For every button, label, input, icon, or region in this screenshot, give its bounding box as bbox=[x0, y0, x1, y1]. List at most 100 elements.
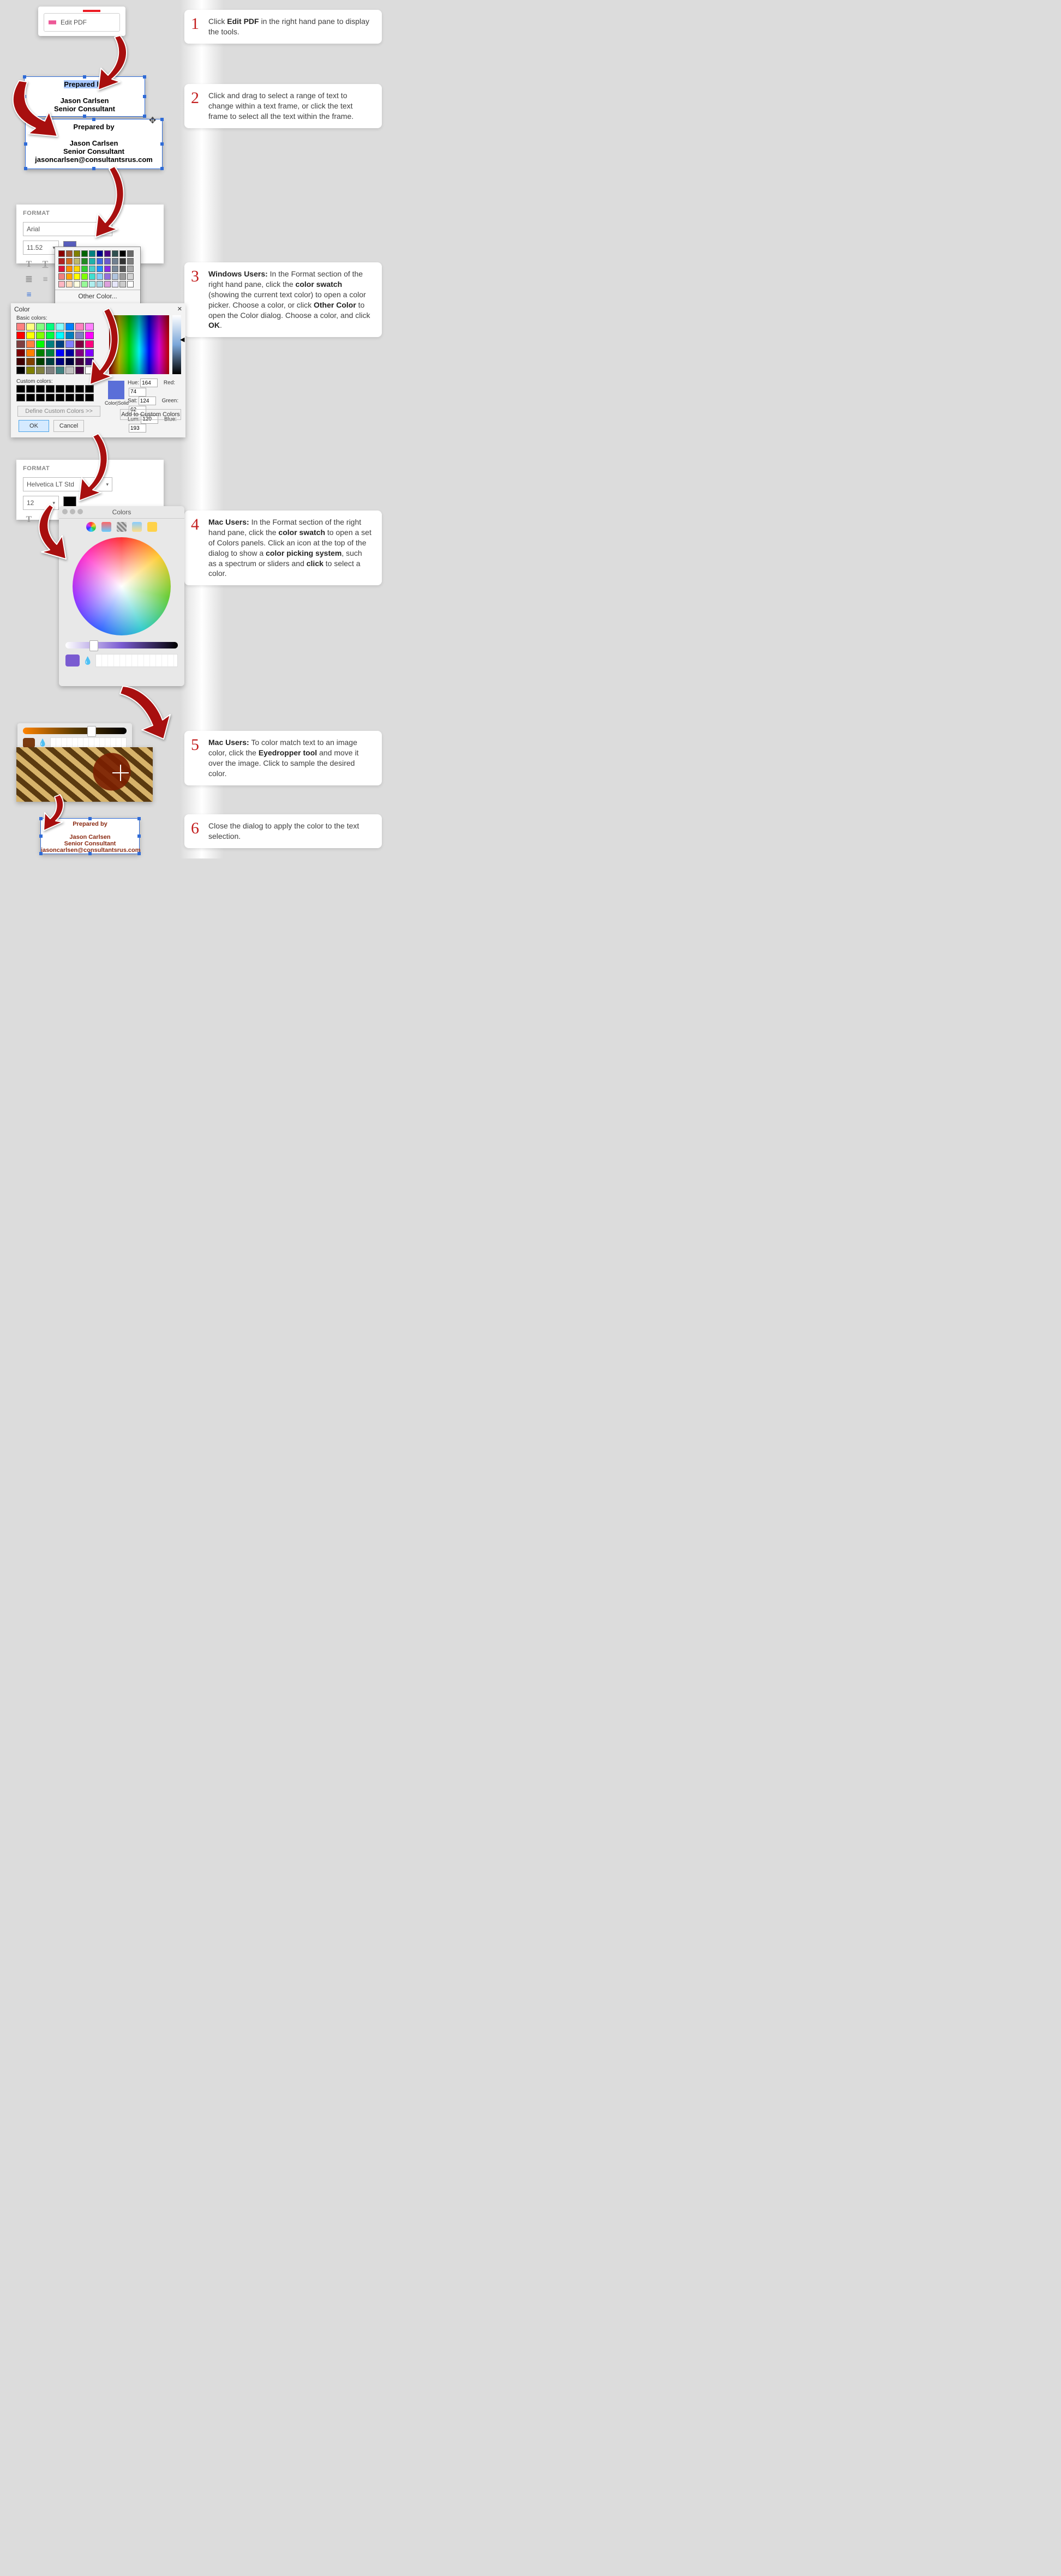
color-cell[interactable] bbox=[74, 273, 80, 280]
color-cell[interactable] bbox=[81, 258, 88, 265]
color-cell[interactable] bbox=[66, 266, 73, 272]
color-cell[interactable] bbox=[56, 349, 64, 357]
color-cell[interactable] bbox=[75, 332, 84, 339]
color-cell[interactable] bbox=[16, 358, 25, 365]
color-spectrum[interactable] bbox=[109, 315, 169, 374]
custom-color-cell[interactable] bbox=[36, 385, 45, 393]
color-cell[interactable] bbox=[85, 358, 94, 365]
custom-color-cell[interactable] bbox=[26, 385, 35, 393]
color-cell[interactable] bbox=[74, 281, 80, 287]
align-icon[interactable]: ≡ bbox=[23, 290, 35, 301]
palettes-tab-icon[interactable] bbox=[117, 522, 127, 532]
color-cell[interactable] bbox=[75, 340, 84, 348]
color-cell[interactable] bbox=[104, 281, 111, 287]
number-list-icon[interactable]: ≡ bbox=[39, 274, 51, 285]
color-cell[interactable] bbox=[75, 358, 84, 365]
color-cell[interactable] bbox=[112, 266, 118, 272]
color-cell[interactable] bbox=[26, 358, 35, 365]
underline-icon[interactable]: T bbox=[39, 514, 51, 525]
color-cell[interactable] bbox=[58, 258, 65, 265]
color-cell[interactable] bbox=[81, 281, 88, 287]
text-frame-front[interactable]: ✥ Prepared by Jason Carlsen Senior Consu… bbox=[25, 119, 163, 169]
brightness-slider[interactable] bbox=[65, 642, 178, 648]
color-cell[interactable] bbox=[89, 258, 95, 265]
font-family-select[interactable]: Arial▾ bbox=[23, 222, 112, 236]
color-cell[interactable] bbox=[127, 273, 134, 280]
color-cell[interactable] bbox=[119, 281, 126, 287]
color-cell[interactable] bbox=[85, 367, 94, 374]
underline-icon[interactable]: T bbox=[39, 259, 51, 270]
color-cell[interactable] bbox=[97, 266, 103, 272]
color-cell[interactable] bbox=[46, 323, 55, 331]
custom-color-cell[interactable] bbox=[36, 394, 45, 401]
color-wheel-tab-icon[interactable] bbox=[86, 522, 96, 532]
color-cell[interactable] bbox=[104, 266, 111, 272]
text-frame-back[interactable]: Prepared by Jason Carlsen Senior Consult… bbox=[24, 76, 145, 117]
color-cell[interactable] bbox=[56, 340, 64, 348]
color-cell[interactable] bbox=[36, 340, 45, 348]
color-cell[interactable] bbox=[66, 281, 73, 287]
color-cell[interactable] bbox=[112, 273, 118, 280]
sample-image[interactable] bbox=[16, 747, 153, 802]
color-cell[interactable] bbox=[58, 266, 65, 272]
color-cell[interactable] bbox=[75, 367, 84, 374]
color-cell[interactable] bbox=[127, 250, 134, 257]
color-cell[interactable] bbox=[127, 258, 134, 265]
color-cell[interactable] bbox=[56, 367, 64, 374]
other-color-link[interactable]: Other Color... bbox=[55, 290, 140, 302]
cancel-button[interactable]: Cancel bbox=[53, 420, 84, 432]
color-cell[interactable] bbox=[65, 349, 74, 357]
ok-button[interactable]: OK bbox=[19, 420, 49, 432]
pencils-tab-icon[interactable] bbox=[147, 522, 157, 532]
color-cell[interactable] bbox=[16, 349, 25, 357]
text-style-icon[interactable]: T bbox=[23, 259, 35, 270]
sliders-tab-icon[interactable] bbox=[101, 522, 111, 532]
color-cell[interactable] bbox=[66, 258, 73, 265]
color-cell[interactable] bbox=[16, 323, 25, 331]
color-cell[interactable] bbox=[58, 250, 65, 257]
color-cell[interactable] bbox=[85, 323, 94, 331]
custom-color-cell[interactable] bbox=[85, 385, 94, 393]
color-cell[interactable] bbox=[75, 349, 84, 357]
color-cell[interactable] bbox=[36, 323, 45, 331]
color-cell[interactable] bbox=[58, 281, 65, 287]
color-cell[interactable] bbox=[97, 273, 103, 280]
color-cell[interactable] bbox=[89, 266, 95, 272]
color-cell[interactable] bbox=[119, 250, 126, 257]
slider-knob[interactable] bbox=[89, 640, 98, 651]
custom-color-cell[interactable] bbox=[16, 385, 25, 393]
custom-color-cell[interactable] bbox=[75, 394, 84, 401]
color-cell[interactable] bbox=[26, 340, 35, 348]
color-cell[interactable] bbox=[46, 340, 55, 348]
color-cell[interactable] bbox=[46, 367, 55, 374]
color-cell[interactable] bbox=[89, 281, 95, 287]
font-size-select[interactable]: 11.52▾ bbox=[23, 241, 59, 255]
custom-color-cell[interactable] bbox=[56, 385, 64, 393]
slider-knob[interactable] bbox=[87, 726, 96, 737]
color-cell[interactable] bbox=[119, 273, 126, 280]
text-style-icon[interactable]: T bbox=[23, 514, 35, 525]
color-cell[interactable] bbox=[104, 258, 111, 265]
color-cell[interactable] bbox=[97, 250, 103, 257]
image-tab-icon[interactable] bbox=[132, 522, 142, 532]
color-cell[interactable] bbox=[75, 323, 84, 331]
eyedropper-icon[interactable]: 💧 bbox=[83, 656, 92, 665]
custom-color-cell[interactable] bbox=[65, 394, 74, 401]
luminance-bar[interactable] bbox=[172, 315, 181, 374]
color-cell[interactable] bbox=[85, 332, 94, 339]
custom-color-cell[interactable] bbox=[26, 394, 35, 401]
color-wells[interactable] bbox=[50, 737, 127, 748]
color-cell[interactable] bbox=[46, 358, 55, 365]
color-cell[interactable] bbox=[65, 358, 74, 365]
color-cell[interactable] bbox=[16, 367, 25, 374]
color-cell[interactable] bbox=[119, 266, 126, 272]
color-cell[interactable] bbox=[89, 273, 95, 280]
color-cell[interactable] bbox=[81, 266, 88, 272]
add-custom-button[interactable]: Add to Custom Colors bbox=[120, 409, 181, 420]
color-cell[interactable] bbox=[112, 250, 118, 257]
font-family-select[interactable]: Helvetica LT Std▾ bbox=[23, 477, 112, 491]
color-cell[interactable] bbox=[46, 332, 55, 339]
red-input[interactable] bbox=[129, 388, 146, 397]
color-cell[interactable] bbox=[97, 258, 103, 265]
custom-color-cell[interactable] bbox=[16, 394, 25, 401]
